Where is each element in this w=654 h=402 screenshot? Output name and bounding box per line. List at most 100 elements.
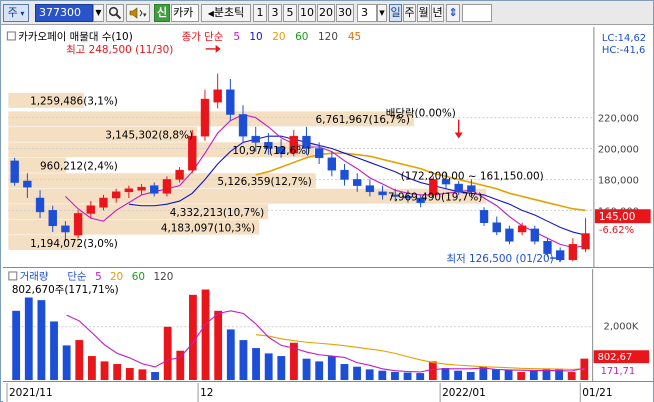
legend-item-ma60: 60 <box>295 31 308 43</box>
volume-legend-item-60: 60 <box>132 271 145 283</box>
scroll-updown-button[interactable]: ⇕ <box>446 4 460 22</box>
period-button-10[interactable]: 10 <box>298 4 316 22</box>
unit-button-day[interactable]: 일 <box>389 4 402 22</box>
volume-bar <box>113 364 122 381</box>
volume-bar <box>492 369 500 381</box>
volume-bar <box>62 345 71 381</box>
volume-bar <box>176 350 185 381</box>
unit-button-week[interactable]: 주 <box>403 4 416 22</box>
volume-bar <box>416 373 425 381</box>
period-button-3[interactable]: 3 <box>268 4 282 22</box>
chart-type-label: 분초틱 <box>213 6 245 19</box>
candle-body <box>530 228 539 242</box>
volume-bar <box>226 329 235 381</box>
stock-code-input[interactable]: 377300 <box>35 4 93 22</box>
price-chart[interactable]: 1,259,486(3,1%)6,761,967(16,7%)3,145,302… <box>3 27 653 268</box>
period-button-5[interactable]: 5 <box>283 4 297 22</box>
chart-window: 주 ▾ 377300 ▼ ▾ 신 카카 ◀분초틱 1 3 5 10 20 30 … <box>0 0 654 402</box>
candle-body <box>327 157 337 171</box>
volume-bar <box>391 372 399 381</box>
candle-body <box>581 233 590 250</box>
market-select[interactable]: 주 ▾ <box>3 4 29 22</box>
volume-bar <box>340 364 349 381</box>
ma-legend[interactable]: 종가 단순 5 10 20 60 120 45 <box>182 31 362 43</box>
legend-item-ma10: 10 <box>249 31 262 43</box>
volume-bar <box>151 372 159 381</box>
volume-bar <box>327 356 336 381</box>
period-button-20[interactable]: 20 <box>317 4 335 22</box>
high-price-label: 최고 248,500 (11/30) <box>66 44 173 56</box>
volume-bar <box>378 370 387 381</box>
low-price-label: 최저 126,500 (01/20) <box>447 253 554 265</box>
hc-label: HC:-41,6 <box>602 45 645 56</box>
candle-body <box>162 179 172 194</box>
volume-bar <box>189 294 197 381</box>
candle-body <box>175 169 184 180</box>
period-button-30[interactable]: 30 <box>336 4 354 22</box>
candle-body <box>251 135 260 143</box>
volume-chart[interactable]: 2,000K 802,67 171,71 거래량 단순 5 20 60 120 802,… <box>3 269 653 382</box>
volume-bar <box>403 372 412 381</box>
volume-bar <box>125 368 134 381</box>
candle-body <box>48 210 57 227</box>
legend-item-ma5: 5 <box>233 31 240 43</box>
volume-axis-tick: 2,000K <box>604 321 639 332</box>
volume-bar <box>277 356 286 381</box>
chart-type-button[interactable]: ◀분초틱 <box>201 4 251 22</box>
volume-bar <box>239 340 248 381</box>
profile-band-label: 7,969,490(19,7%) <box>388 191 482 203</box>
candle-body <box>150 185 159 194</box>
arrow-right-icon <box>215 44 221 53</box>
price-axis-tick: 220,000 <box>598 114 639 125</box>
volume-bar <box>214 310 223 381</box>
dividend-label: 배당락(0.00%) <box>386 108 456 120</box>
candle-body <box>340 169 349 180</box>
sound-button[interactable]: ▾ <box>126 4 150 22</box>
count-input[interactable]: 3 <box>357 4 377 22</box>
search-button[interactable] <box>106 4 124 22</box>
price-range-label: (172,200.00 ~ 161,150.00) <box>401 170 544 182</box>
volume-bar <box>315 361 324 381</box>
profile-band-label: 4,183,097(10,3%) <box>161 222 255 234</box>
profile-band-label: 4,332,213(10,7%) <box>170 207 264 219</box>
pane-toggle-checkbox[interactable] <box>6 31 16 41</box>
count-value: 3 <box>361 6 368 19</box>
volume-toggle-checkbox[interactable] <box>8 271 18 281</box>
period-button-1[interactable]: 1 <box>253 4 267 22</box>
volume-pane-title: 거래량 <box>20 271 49 283</box>
volume-bar <box>100 361 109 381</box>
current-volume-label: 802,67 <box>598 352 633 363</box>
candle-body <box>492 222 501 233</box>
new-listing-badge: 신 <box>154 4 170 22</box>
candle-body <box>226 89 235 115</box>
unit-label: 월 <box>418 6 429 19</box>
candle-body <box>124 188 134 193</box>
profile-band-label: 1,194,072(3,0%) <box>30 238 118 250</box>
profile-band-label: 3,145,302(8,8%) <box>105 130 193 142</box>
unit-button-month[interactable]: 월 <box>417 4 430 22</box>
count-spin-button[interactable]: ▼ <box>377 4 387 22</box>
up-down-arrow-icon: ⇕ <box>448 6 458 19</box>
magnifier-icon <box>108 6 122 20</box>
stock-name-text: 카카 <box>173 6 194 19</box>
profile-band-label: 1,259,486(3,1%) <box>30 96 118 108</box>
code-dropdown-button[interactable]: ▼ <box>93 4 104 22</box>
period-label: 20 <box>319 6 333 19</box>
candle-body <box>314 148 324 159</box>
volume-ma-legend[interactable]: 단순 5 20 60 120 <box>67 271 173 283</box>
date-axis-labels: 2021/11 12 2022/01 01/21 <box>6 383 613 402</box>
lc-label: LC:14,62 <box>602 33 646 44</box>
candle-body <box>517 225 527 233</box>
arrow-down-icon <box>454 132 463 139</box>
volume-bar <box>365 369 374 381</box>
extra-input[interactable] <box>462 4 492 22</box>
candle-body <box>73 213 83 236</box>
volume-bar <box>353 366 361 381</box>
date-axis-label: 2022/01 <box>442 387 486 399</box>
volume-bar <box>75 340 84 381</box>
volume-bar <box>138 369 147 381</box>
unit-button-year[interactable]: 년 <box>431 4 444 22</box>
market-label: 주 <box>7 6 18 19</box>
profile-band-label: 960,212(2,4%) <box>40 161 118 173</box>
chevron-down-icon: ▼ <box>95 8 102 17</box>
